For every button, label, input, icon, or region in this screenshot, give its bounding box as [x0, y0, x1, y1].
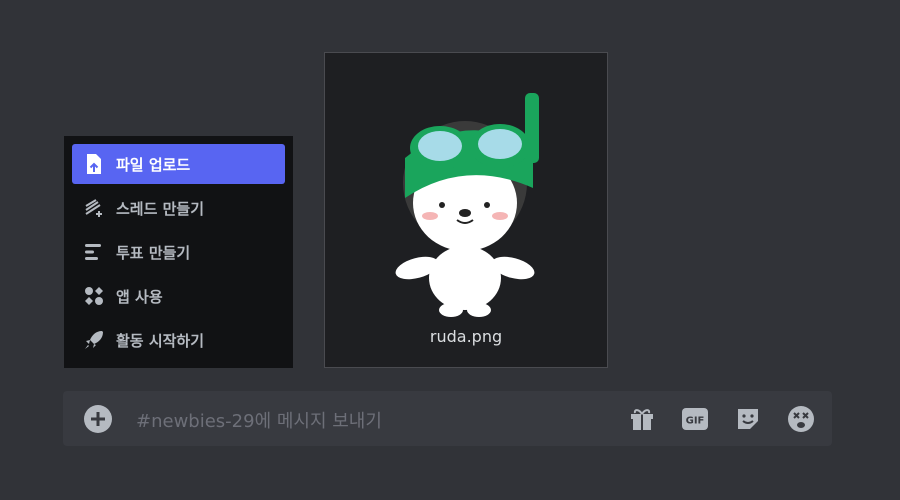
menu-item-start-activity[interactable]: 활동 시작하기 [72, 320, 285, 360]
gift-icon [630, 408, 653, 430]
plus-circle-icon [84, 405, 112, 433]
add-attachment-button[interactable] [83, 405, 113, 433]
emoji-icon [787, 405, 814, 432]
emoji-button[interactable] [785, 404, 816, 433]
menu-item-use-apps[interactable]: 앱 사용 [72, 276, 285, 316]
menu-item-create-poll[interactable]: 투표 만들기 [72, 232, 285, 272]
menu-item-label: 파일 업로드 [116, 155, 191, 174]
menu-item-label: 활동 시작하기 [116, 331, 205, 350]
gif-button[interactable]: GIF [679, 404, 710, 433]
file-upload-icon [82, 152, 106, 176]
menu-item-create-thread[interactable]: 스레드 만들기 [72, 188, 285, 228]
attachment-image [385, 88, 550, 318]
gif-icon: GIF [681, 407, 708, 430]
menu-item-label: 투표 만들기 [116, 243, 191, 262]
menu-item-label: 스레드 만들기 [116, 199, 205, 218]
svg-text:GIF: GIF [685, 415, 704, 426]
apps-icon [82, 284, 106, 308]
thread-icon [82, 196, 106, 220]
message-input[interactable]: #newbies-29에 메시지 보내기 [136, 407, 382, 433]
poll-icon [82, 240, 106, 264]
attach-menu: 파일 업로드 스레드 만들기 투표 만들기 앱 사용 활동 시작하기 [64, 136, 293, 368]
message-composer: #newbies-29에 메시지 보내기 GIF [63, 391, 832, 446]
attachment-filename: ruda.png [429, 327, 503, 346]
attachment-preview[interactable]: ruda.png [324, 52, 608, 368]
sticker-icon [737, 408, 758, 429]
sticker-button[interactable] [732, 404, 763, 433]
menu-item-file-upload[interactable]: 파일 업로드 [72, 144, 285, 184]
rocket-icon [82, 328, 106, 352]
menu-item-label: 앱 사용 [116, 287, 163, 306]
gift-button[interactable] [626, 404, 657, 433]
